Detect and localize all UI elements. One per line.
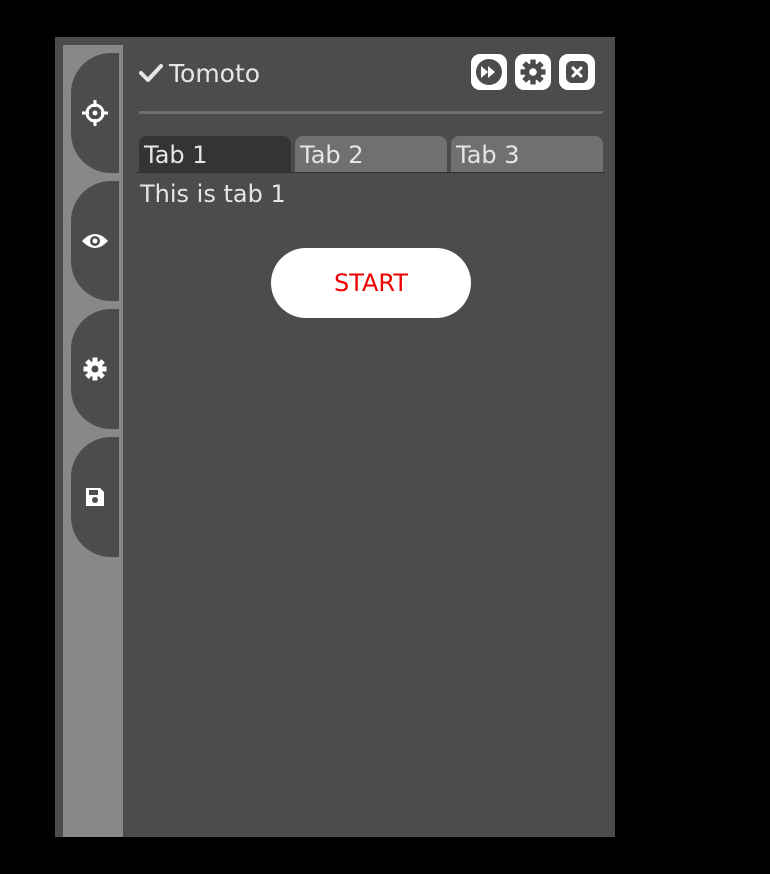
header-divider (139, 111, 603, 114)
eye-icon (82, 234, 108, 248)
app-window: Tomoto Tab 1 Tab 2 Tab 3 This is tab 1 S… (55, 37, 615, 837)
sidebar-item-view[interactable] (71, 181, 119, 301)
close-icon (566, 61, 588, 83)
tab-2[interactable]: Tab 2 (295, 136, 447, 172)
check-icon (139, 64, 163, 82)
tab-underline (136, 172, 605, 173)
tab-bar: Tab 1 Tab 2 Tab 3 (139, 136, 603, 172)
app-title-text: Tomoto (169, 58, 261, 88)
sidebar-item-save[interactable] (71, 437, 119, 557)
start-button[interactable]: START (271, 248, 471, 318)
tab-3[interactable]: Tab 3 (451, 136, 603, 172)
sidebar-item-settings[interactable] (71, 309, 119, 429)
sidebar-item-target[interactable] (71, 53, 119, 173)
gear-icon (83, 357, 107, 381)
fast-forward-icon (476, 59, 502, 85)
gear-icon (520, 59, 546, 85)
settings-button[interactable] (515, 54, 551, 90)
tab-1[interactable]: Tab 1 (139, 136, 291, 172)
crosshair-icon (82, 100, 108, 126)
app-title: Tomoto (139, 53, 260, 93)
close-button[interactable] (559, 54, 595, 90)
window-controls (471, 54, 595, 90)
save-icon (86, 488, 104, 506)
fast-forward-button[interactable] (471, 54, 507, 90)
tab-content-text: This is tab 1 (140, 180, 286, 208)
